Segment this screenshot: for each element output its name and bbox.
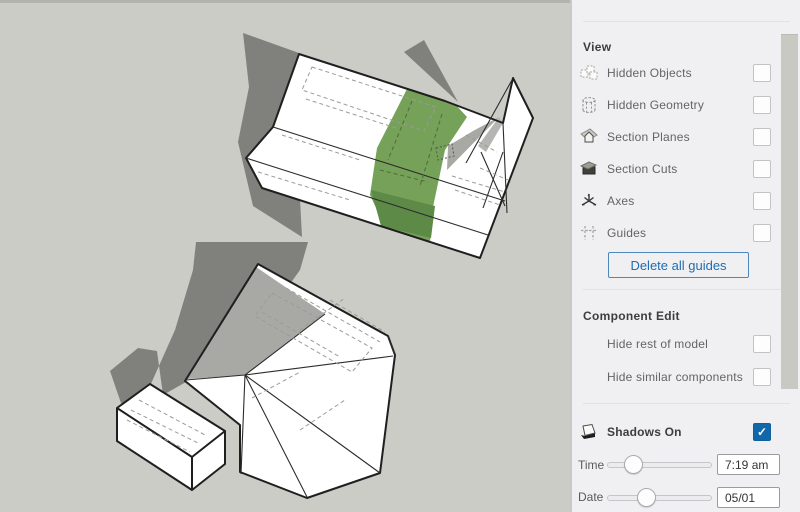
shadows-on-label: Shadows On bbox=[607, 425, 682, 439]
item-label: Hidden Geometry bbox=[607, 98, 705, 112]
row-section-planes: Section Planes bbox=[578, 127, 771, 147]
time-slider[interactable] bbox=[607, 455, 712, 474]
hidden-objects-icon bbox=[578, 63, 600, 83]
display-panel: View Hidden Objects Hidden Geometry Sect… bbox=[570, 0, 800, 512]
date-label: Date bbox=[578, 490, 604, 504]
row-section-cuts: Section Cuts bbox=[578, 159, 771, 179]
hidden-geometry-checkbox[interactable] bbox=[753, 96, 771, 114]
row-guides: Guides bbox=[578, 223, 771, 243]
time-slider-thumb[interactable] bbox=[624, 455, 643, 474]
divider bbox=[583, 289, 790, 290]
item-label: Axes bbox=[607, 194, 635, 208]
row-hidden-geometry: Hidden Geometry bbox=[578, 95, 771, 115]
date-value-input[interactable]: 05/01 bbox=[717, 487, 780, 508]
divider bbox=[583, 403, 790, 404]
guides-checkbox[interactable] bbox=[753, 224, 771, 242]
time-value-input[interactable]: 7:19 am bbox=[717, 454, 780, 475]
check-icon: ✓ bbox=[756, 425, 768, 439]
section-planes-checkbox[interactable] bbox=[753, 128, 771, 146]
hidden-geometry-icon bbox=[578, 95, 600, 115]
hidden-objects-checkbox[interactable] bbox=[753, 64, 771, 82]
view-section-heading: View bbox=[583, 40, 612, 54]
item-label: Section Cuts bbox=[607, 162, 678, 176]
date-slider-thumb[interactable] bbox=[637, 488, 656, 507]
row-hidden-objects: Hidden Objects bbox=[578, 63, 771, 83]
row-shadows: Shadows On ✓ bbox=[578, 422, 771, 442]
axes-icon bbox=[578, 191, 600, 211]
hide-similar-components-checkbox[interactable] bbox=[753, 368, 771, 386]
item-label: Hidden Objects bbox=[607, 66, 692, 80]
guides-icon bbox=[578, 223, 600, 243]
section-cuts-icon bbox=[578, 159, 600, 179]
hide-rest-of-model-checkbox[interactable] bbox=[753, 335, 771, 353]
row-axes: Axes bbox=[578, 191, 771, 211]
date-slider[interactable] bbox=[607, 488, 712, 507]
section-planes-icon bbox=[578, 127, 600, 147]
divider bbox=[583, 21, 790, 22]
row-hide-rest-of-model: Hide rest of model bbox=[578, 334, 771, 354]
item-label: Guides bbox=[607, 226, 647, 240]
axes-checkbox[interactable] bbox=[753, 192, 771, 210]
shadow-icon bbox=[578, 422, 600, 442]
row-hide-similar-components: Hide similar components bbox=[578, 367, 771, 387]
panel-scrollbar[interactable] bbox=[781, 34, 798, 389]
sketchup-app: View Hidden Objects Hidden Geometry Sect… bbox=[0, 0, 800, 512]
shadows-on-checkbox[interactable]: ✓ bbox=[753, 423, 771, 441]
model-viewport[interactable] bbox=[0, 0, 570, 512]
section-cuts-checkbox[interactable] bbox=[753, 160, 771, 178]
viewport-canvas[interactable] bbox=[0, 0, 570, 512]
delete-all-guides-button[interactable]: Delete all guides bbox=[608, 252, 749, 278]
item-label: Section Planes bbox=[607, 130, 690, 144]
component-edit-heading: Component Edit bbox=[583, 309, 680, 323]
item-label: Hide similar components bbox=[607, 370, 743, 384]
item-label: Hide rest of model bbox=[607, 337, 708, 351]
time-label: Time bbox=[578, 458, 605, 472]
horizon-strip bbox=[0, 0, 570, 3]
